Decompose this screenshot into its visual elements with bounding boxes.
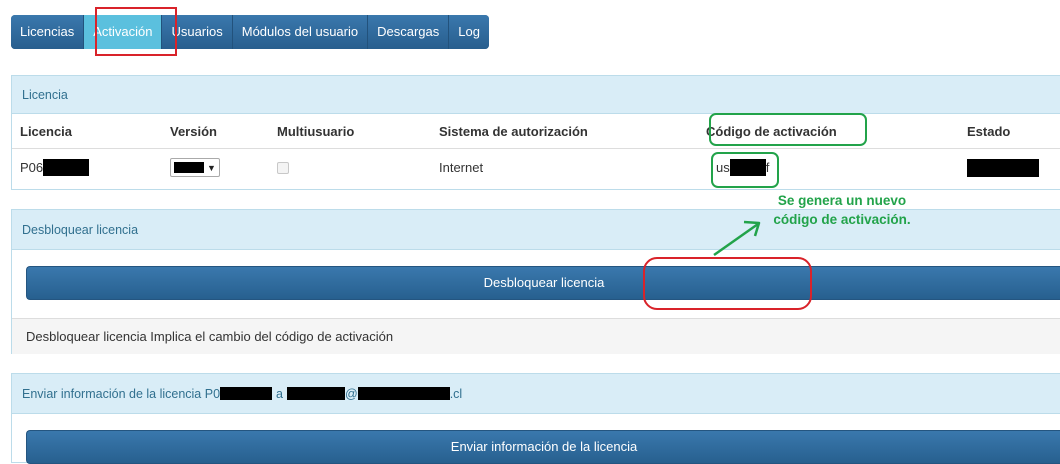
table-row: P06 ▼ Internet us f (12, 149, 1060, 186)
column-header-estado: Estado (967, 124, 1011, 139)
license-table-header: Licencia Versión Multiusuario Sistema de… (12, 115, 1060, 149)
redacted-block (174, 162, 204, 173)
column-header-multiusuario: Multiusuario (277, 124, 355, 139)
column-header-licencia: Licencia (20, 124, 73, 139)
redacted-block (43, 159, 90, 176)
green-highlight-code-value (711, 152, 779, 188)
license-panel: Licencia Licencia Versión Multiusuario S… (11, 75, 1060, 190)
auth-system-cell: Internet (439, 160, 484, 175)
red-highlight-activation-tab (95, 7, 177, 56)
license-table: Licencia Versión Multiusuario Sistema de… (12, 115, 1060, 186)
send-heading-prefix: Enviar información de la licencia P0 (22, 386, 221, 401)
column-header-version: Versión (170, 124, 217, 139)
annotation-arrow-icon (713, 220, 761, 257)
chevron-down-icon: ▼ (207, 162, 216, 173)
redacted-block (967, 158, 1039, 177)
send-info-panel-heading: Enviar información de la licencia P0 a @… (12, 374, 1060, 414)
tab-licencias[interactable]: Licencias (11, 15, 85, 49)
tab-log[interactable]: Log (449, 15, 489, 49)
redacted-block (220, 387, 273, 400)
unlock-panel: Desbloquear licencia Desbloquear licenci… (11, 209, 1060, 354)
status-cell (967, 149, 1039, 186)
top-tab-bar: Licencias Activación Usuarios Módulos de… (11, 15, 489, 49)
annotation-line-2: código de activación. (773, 212, 911, 227)
multiuser-cell (277, 149, 289, 186)
send-heading-a: a (276, 386, 283, 401)
send-info-panel: Enviar información de la licencia P0 a @… (11, 373, 1060, 464)
unlock-license-button[interactable]: Desbloquear licencia (26, 266, 1060, 300)
license-id-cell: P06 (20, 149, 90, 186)
column-header-sistema: Sistema de autorización (439, 124, 588, 139)
version-cell: ▼ (170, 149, 220, 186)
annotation-line-1: Se genera un nuevo (777, 193, 907, 208)
tab-modulos-del-usuario[interactable]: Módulos del usuario (232, 15, 369, 49)
red-highlight-unlock-button (643, 257, 812, 310)
redacted-block (357, 387, 450, 400)
version-select[interactable]: ▼ (170, 158, 220, 177)
green-highlight-code-header (709, 113, 867, 146)
send-heading-at: @ (344, 386, 358, 401)
license-panel-heading: Licencia (12, 76, 1060, 114)
send-heading-domain: .cl (449, 386, 463, 401)
send-license-info-button[interactable]: Enviar información de la licencia (26, 430, 1060, 464)
redacted-block (286, 387, 345, 400)
license-id-prefix: P06 (20, 160, 44, 175)
unlock-note: Desbloquear licencia Implica el cambio d… (12, 318, 1060, 354)
annotation-text: Se genera un nuevo código de activación. (742, 191, 942, 229)
tab-descargas[interactable]: Descargas (368, 15, 450, 49)
multiuser-checkbox[interactable] (277, 161, 289, 174)
